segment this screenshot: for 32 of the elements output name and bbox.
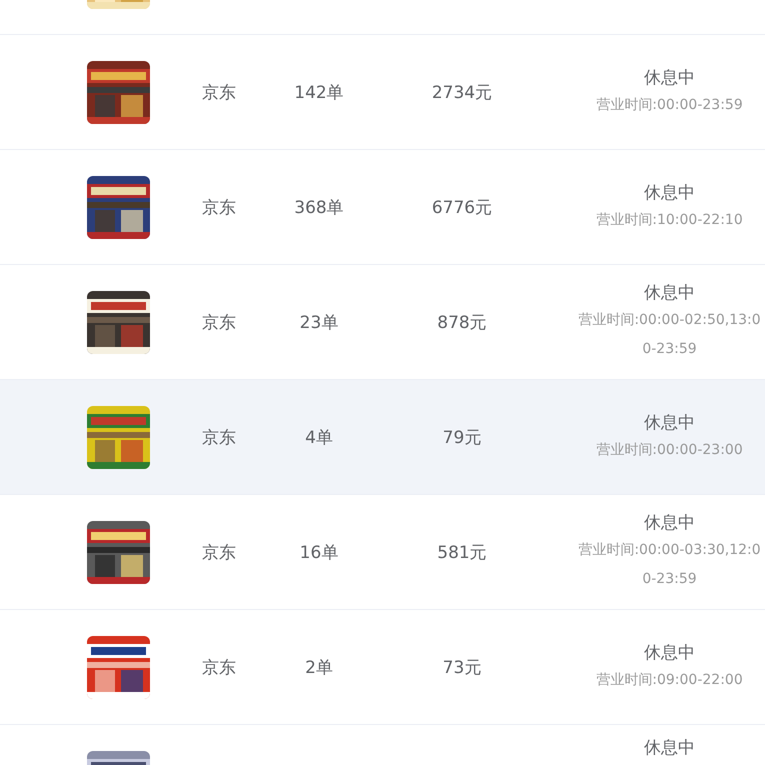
status-text: 休息中	[644, 512, 695, 535]
platform-text: 京东	[202, 82, 236, 102]
hours-text: 营业时间:09:00-22:00	[596, 670, 743, 690]
amount-text: 2734元	[432, 82, 492, 102]
platform-text: 京东	[202, 542, 236, 562]
hours-text: 营业时间:00:00-23:59	[596, 96, 743, 114]
status-text: 休息中	[644, 737, 695, 760]
status-text: 休息中	[644, 412, 695, 434]
platform-text: 京东	[202, 658, 236, 678]
amount-text: 79元	[442, 428, 482, 448]
order-count: 4单	[305, 428, 333, 448]
amount-text: 581元	[437, 542, 487, 562]
status-text: 休息中	[644, 182, 695, 204]
order-count: 368单	[294, 198, 344, 218]
platform-text: 京东	[202, 428, 236, 448]
amount-text: 6776元	[432, 198, 492, 218]
hours-text: 营业时间:00:00-23:00	[596, 440, 743, 460]
platform-text: 京东	[202, 198, 236, 218]
platform-text: 京东	[202, 312, 236, 332]
order-count: 142单	[294, 82, 344, 102]
order-count: 23单	[300, 312, 338, 332]
status-text: 休息中	[644, 66, 695, 90]
hours-text: 营业时间:00:00-02:50,13:00-23:59	[577, 311, 762, 359]
table-row[interactable]: 京东 4单 79元 休息中 营业时间:00:00-23:00	[0, 380, 765, 495]
hours-text: 营业时间:00:00-03:30,12:00-23:59	[577, 541, 762, 589]
status-text: 休息中	[644, 642, 695, 664]
hours-text: 营业时间:10:00-22:10	[596, 210, 743, 230]
amount-text: 73元	[442, 658, 482, 678]
order-count: 2单	[305, 658, 333, 678]
amount-text: 878元	[437, 312, 487, 332]
order-count: 16单	[300, 542, 338, 562]
status-text: 休息中	[644, 282, 695, 305]
